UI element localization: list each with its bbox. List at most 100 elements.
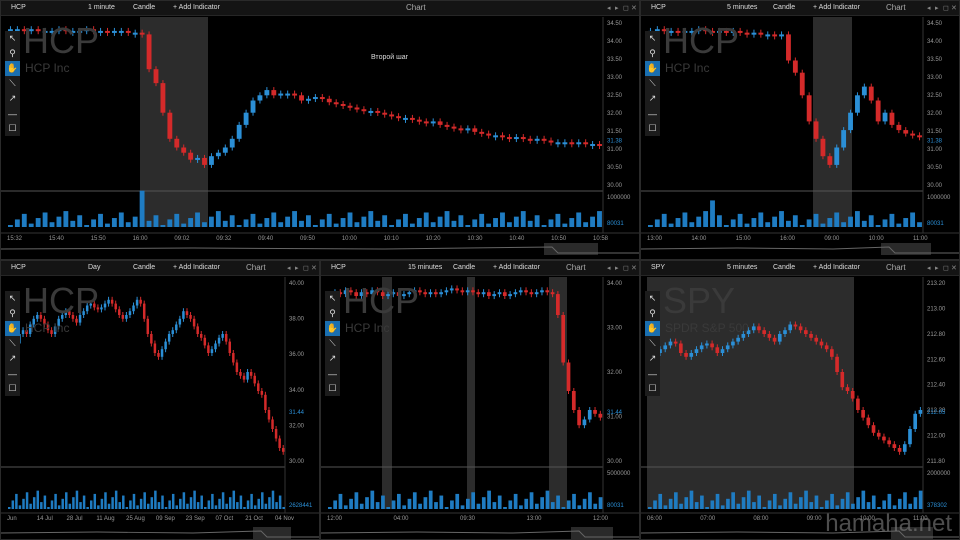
candle <box>267 410 271 420</box>
volume-bar <box>663 505 668 509</box>
volume-bar <box>527 220 533 227</box>
line-icon[interactable]: ⟍ <box>5 76 20 91</box>
hline-icon[interactable]: — <box>5 106 20 121</box>
candle <box>368 110 374 113</box>
volume-bar <box>386 507 391 509</box>
candle <box>720 349 725 353</box>
time-tick-label: 16:00 <box>780 236 796 242</box>
candle <box>199 334 203 338</box>
candle <box>361 109 367 112</box>
candle <box>472 128 478 132</box>
company-watermark: HCP Inc <box>345 321 390 335</box>
candle <box>571 391 576 410</box>
volume-bar <box>866 502 871 509</box>
volume-bar <box>582 498 587 509</box>
arrow-icon[interactable]: ↗ <box>5 351 20 366</box>
volume-bar <box>79 502 82 509</box>
rect-icon[interactable]: ☐ <box>325 381 340 396</box>
cursor-icon[interactable]: ↖ <box>645 291 660 306</box>
volume-bar <box>751 218 757 227</box>
volume-tick-label: 1000000 <box>927 195 951 201</box>
volume-bar <box>851 503 855 509</box>
volume-bar <box>143 492 146 509</box>
zoom-icon[interactable]: ⚲ <box>645 306 660 321</box>
arrow-icon[interactable]: ↗ <box>325 351 340 366</box>
hand-icon[interactable]: ✋ <box>645 61 660 76</box>
candle <box>710 343 714 348</box>
cursor-icon[interactable]: ↖ <box>5 291 20 306</box>
zoom-icon[interactable]: ⚲ <box>325 306 340 321</box>
arrow-icon[interactable]: ↗ <box>645 91 660 106</box>
candle <box>518 290 523 293</box>
hline-icon[interactable]: — <box>645 366 660 381</box>
arrow-icon[interactable]: ↗ <box>645 351 660 366</box>
hand-icon[interactable]: ✋ <box>645 321 660 336</box>
time-tick-label: 09:32 <box>216 236 232 242</box>
chart-panel-4[interactable]: HCP 15 minutes Candle + Add Indicator Chart ◂… <box>320 260 640 540</box>
volume-bar <box>14 219 20 227</box>
rect-icon[interactable]: ☐ <box>5 381 20 396</box>
hand-icon[interactable]: ✋ <box>5 61 20 76</box>
cursor-icon[interactable]: ↖ <box>325 291 340 306</box>
volume-bar <box>840 498 845 509</box>
chart-panel-2[interactable]: HCP 5 minutes Candle + Add Indicator Chart ◂ ▸… <box>640 0 960 260</box>
volume-bar <box>416 218 422 227</box>
chart-panel-3[interactable]: HCP Day Candle + Add Indicator Chart ◂ ▸ ◻ ✕ 40.0… <box>0 260 320 540</box>
candle <box>382 112 388 115</box>
arrow-icon[interactable]: ↗ <box>5 91 20 106</box>
candle <box>281 448 285 452</box>
hline-icon[interactable]: — <box>325 366 340 381</box>
volume-bar <box>338 493 343 509</box>
hand-icon[interactable]: ✋ <box>5 321 20 336</box>
line-icon[interactable]: ⟍ <box>645 336 660 351</box>
drawing-toolbar: ↖ ⚲ ✋ ⟍ ↗ — ☐ <box>325 291 340 396</box>
time-tick-label: 09:00 <box>824 236 840 242</box>
last-volume-label: 80031 <box>607 221 624 227</box>
candle <box>306 98 311 101</box>
cursor-icon[interactable]: ↖ <box>645 31 660 46</box>
candle <box>507 137 512 140</box>
time-tick-label: 15:40 <box>49 236 65 242</box>
volume-bar <box>479 213 485 227</box>
candle <box>486 133 492 136</box>
zoom-icon[interactable]: ⚲ <box>5 46 20 61</box>
volume-bar <box>278 495 282 509</box>
line-icon[interactable]: ⟍ <box>645 76 660 91</box>
price-tick-label: 34.00 <box>289 388 305 394</box>
candle <box>465 128 471 131</box>
candle <box>146 34 152 70</box>
hand-icon[interactable]: ✋ <box>325 321 340 336</box>
hline-icon[interactable]: — <box>5 366 20 381</box>
volume-bar <box>679 503 683 509</box>
volume-bar <box>788 492 793 509</box>
candle <box>896 124 902 131</box>
candle <box>767 334 772 338</box>
drawing-toolbar: ↖ ⚲ ✋ ⟍ ↗ — ☐ <box>645 291 660 396</box>
volume-bar <box>370 490 375 509</box>
rect-icon[interactable]: ☐ <box>645 381 660 396</box>
candle <box>861 86 867 96</box>
cursor-icon[interactable]: ↖ <box>5 31 20 46</box>
candle <box>249 372 253 376</box>
candle <box>118 30 124 33</box>
volume-bar <box>257 223 263 227</box>
price-tick-label: 33.50 <box>927 57 943 63</box>
zoom-icon[interactable]: ⚲ <box>645 46 660 61</box>
candle <box>146 318 150 334</box>
hline-icon[interactable]: — <box>645 106 660 121</box>
line-icon[interactable]: ⟍ <box>325 336 340 351</box>
rect-icon[interactable]: ☐ <box>5 121 20 136</box>
line-icon[interactable]: ⟍ <box>5 336 20 351</box>
volume-bar <box>577 505 582 509</box>
chart-panel-5[interactable]: SPY 5 minutes Candle + Add Indicator Chart ◂ ▸… <box>640 260 960 540</box>
candle <box>396 116 401 119</box>
chart-panel-1[interactable]: HCP 1 minute Candle + Add Indicator Chart ◂ ▸ ◻… <box>0 0 640 260</box>
volume-bar <box>799 225 805 227</box>
volume-bar <box>111 218 117 227</box>
volume-bar <box>299 220 304 227</box>
volume-bar <box>466 498 470 509</box>
zoom-icon[interactable]: ⚲ <box>5 306 20 321</box>
candle <box>214 343 217 350</box>
volume-bar <box>208 216 214 227</box>
rect-icon[interactable]: ☐ <box>645 121 660 136</box>
